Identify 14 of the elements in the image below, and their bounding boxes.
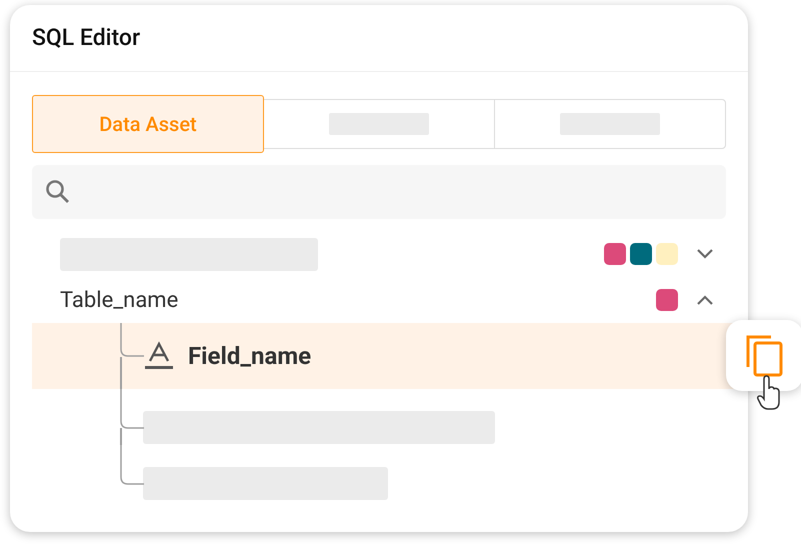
tab[interactable] xyxy=(264,99,494,149)
hand-cursor-icon xyxy=(757,375,781,411)
field-name: Field_name xyxy=(188,341,312,372)
search-icon xyxy=(45,179,71,205)
chevron-down-icon[interactable] xyxy=(696,248,714,260)
tab[interactable] xyxy=(494,99,726,149)
tree-connector xyxy=(120,323,144,357)
table-name[interactable]: Table_name xyxy=(60,284,178,316)
copy-button[interactable] xyxy=(726,320,801,391)
copy-icon xyxy=(746,334,784,376)
search-field[interactable] xyxy=(32,165,726,219)
chevron-up-icon[interactable] xyxy=(696,294,714,306)
text-type-icon xyxy=(144,341,174,371)
window-title: SQL Editor xyxy=(32,22,140,53)
